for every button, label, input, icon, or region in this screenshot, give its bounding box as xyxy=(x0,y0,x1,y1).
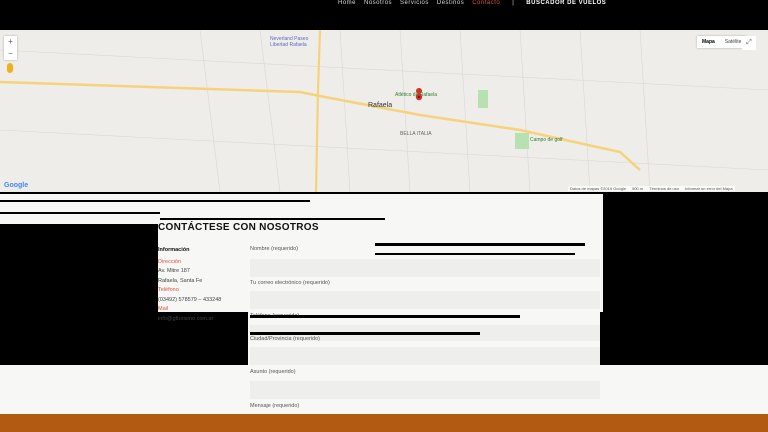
divider xyxy=(160,218,385,220)
nav-nosotros[interactable]: Nosotros xyxy=(364,0,392,6)
nav-destinos[interactable]: Destinos xyxy=(437,0,464,6)
email-value[interactable]: info@gfturismo.com.ar xyxy=(158,315,221,325)
map-roads xyxy=(0,30,768,192)
fullscreen-icon[interactable]: ⤢ xyxy=(742,36,756,50)
email-label: Mail xyxy=(158,306,169,312)
email-input[interactable] xyxy=(250,291,600,309)
map-type-map[interactable]: Mapa xyxy=(697,36,720,48)
map-zoom-controls: + − xyxy=(4,36,17,60)
nav-links: Home Nosotros Servicios Destinos Contact… xyxy=(338,0,606,6)
top-navigation: Home Nosotros Servicios Destinos Contact… xyxy=(0,0,768,30)
phone-label: Teléfono xyxy=(158,287,179,293)
contact-title: CONTÁCTESE CON NOSOTROS xyxy=(158,222,319,233)
poi-club: Atlético de Rafaela xyxy=(395,92,437,98)
street-view-icon[interactable] xyxy=(7,63,13,73)
map-attribution: Datos de mapas ©2019 Google 500 m Términ… xyxy=(568,186,735,191)
divider xyxy=(0,212,160,214)
divider xyxy=(250,332,480,335)
subject-input[interactable] xyxy=(250,381,600,399)
contact-info: Información Dirección Av. Mitre 187 Rafa… xyxy=(158,246,221,324)
nav-servicios[interactable]: Servicios xyxy=(400,0,429,6)
message-field-label: Mensaje (requerido) xyxy=(250,403,300,409)
name-input[interactable] xyxy=(250,259,600,277)
zoom-in-button[interactable]: + xyxy=(4,36,17,48)
map-terms-link[interactable]: Términos de uso xyxy=(649,186,679,191)
city-input[interactable] xyxy=(250,347,600,365)
nav-separator: | xyxy=(512,0,515,6)
city-field-label: Ciudad/Provincia (requerido) xyxy=(250,336,321,342)
google-logo: Google xyxy=(4,182,29,189)
footer-bar xyxy=(0,414,768,432)
divider xyxy=(375,253,575,255)
subject-field-label: Asunto (requerido) xyxy=(250,369,296,375)
city-label: Rafaela xyxy=(368,102,393,109)
address-line1: Av. Mitre 187 xyxy=(158,268,190,274)
nav-home[interactable]: Home xyxy=(338,0,356,6)
name-label: Nombre (requerido) xyxy=(250,246,298,252)
zoom-out-button[interactable]: − xyxy=(4,48,17,60)
location-map[interactable]: Neverland Paseo Libertad Rafaela Rafaela… xyxy=(0,30,768,192)
address-line2: Rafaela, Santa Fe xyxy=(158,277,203,284)
info-heading: Información xyxy=(158,247,190,253)
map-scale: 500 m xyxy=(632,186,644,191)
poi-golf: Campo de golf xyxy=(530,137,563,143)
map-data-credit: Datos de mapas ©2019 Google xyxy=(570,186,627,191)
phone-value: (03492) 578579 – 433248 xyxy=(158,296,222,303)
map-type-switch: Mapa Satélite xyxy=(697,36,747,48)
email-field-label: Tu correo electrónico (requerido) xyxy=(250,280,330,286)
divider xyxy=(0,200,310,202)
poi-libertad: Libertad Rafaela xyxy=(270,42,307,48)
divider xyxy=(250,315,520,318)
district-label: BELLA ITALIA xyxy=(400,131,432,137)
address-label: Dirección xyxy=(158,258,181,265)
nav-flight-search[interactable]: BUSCADOR DE VUELOS xyxy=(526,0,606,6)
nav-contacto[interactable]: Contacto xyxy=(472,0,500,6)
divider xyxy=(375,243,585,246)
map-report-link[interactable]: Informar un error del Mapa xyxy=(685,186,733,191)
